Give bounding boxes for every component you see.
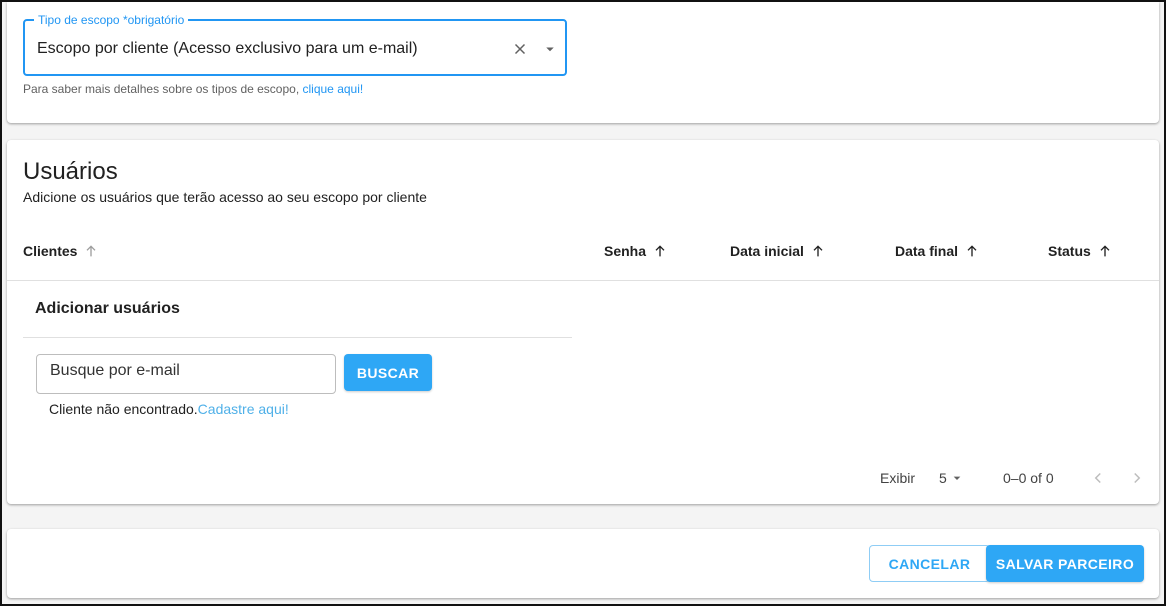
not-found-text: Cliente não encontrado. bbox=[49, 401, 198, 417]
column-header-label: Senha bbox=[604, 243, 647, 259]
column-header-data-inicial[interactable]: Data inicial bbox=[730, 243, 826, 259]
pagination-range: 0–0 of 0 bbox=[1003, 470, 1054, 486]
column-header-senha[interactable]: Senha bbox=[604, 243, 668, 259]
column-header-clientes[interactable]: Clientes bbox=[23, 243, 99, 259]
arrow-up-icon bbox=[1100, 245, 1110, 257]
column-header-data-final[interactable]: Data final bbox=[895, 243, 980, 259]
actions-card: CANCELAR SALVAR PARCEIRO bbox=[7, 529, 1159, 598]
column-header-label: Data inicial bbox=[730, 243, 804, 259]
arrow-drop-down-icon[interactable] bbox=[541, 40, 559, 58]
users-title: Usuários bbox=[23, 158, 118, 185]
arrow-up-icon bbox=[967, 245, 977, 257]
add-users-title: Adicionar usuários bbox=[35, 300, 180, 317]
client-not-found-message: Cliente não encontrado.Cadastre aqui! bbox=[49, 401, 289, 417]
scope-card: Tipo de escopo *obrigatório Escopo por c… bbox=[7, 2, 1159, 123]
add-users-divider bbox=[23, 337, 572, 338]
email-search-input[interactable] bbox=[36, 354, 336, 394]
arrow-drop-down-icon bbox=[953, 476, 961, 480]
table-header-divider bbox=[7, 280, 1159, 281]
scope-helper-text: Para saber mais detalhes sobre os tipos … bbox=[23, 82, 363, 96]
column-header-status[interactable]: Status bbox=[1048, 243, 1113, 259]
learn-more-link[interactable]: clique aqui! bbox=[303, 82, 364, 96]
users-subtitle: Adicione os usuários que terão acesso ao… bbox=[23, 189, 427, 205]
chevron-right-icon[interactable] bbox=[1128, 469, 1146, 487]
scope-type-value: Escopo por cliente (Acesso exclusivo par… bbox=[37, 40, 418, 57]
cancel-button[interactable]: CANCELAR bbox=[869, 545, 990, 582]
column-header-label: Data final bbox=[895, 243, 959, 259]
column-header-label: Status bbox=[1048, 243, 1091, 259]
helper-text: Para saber mais detalhes sobre os tipos … bbox=[23, 82, 303, 96]
close-icon[interactable] bbox=[511, 40, 529, 58]
arrow-up-icon bbox=[86, 245, 96, 257]
scope-type-label: Tipo de escopo *obrigatório bbox=[34, 13, 189, 27]
save-partner-button[interactable]: SALVAR PARCEIRO bbox=[986, 545, 1144, 582]
register-link[interactable]: Cadastre aqui! bbox=[198, 401, 289, 417]
chevron-left-icon[interactable] bbox=[1089, 469, 1107, 487]
users-card: Usuários Adicione os usuários que terão … bbox=[7, 140, 1159, 504]
arrow-up-icon bbox=[813, 245, 823, 257]
arrow-up-icon bbox=[655, 245, 665, 257]
rows-per-page-value: 5 bbox=[939, 470, 947, 486]
rows-per-page-select[interactable]: 5 bbox=[939, 470, 965, 486]
search-button[interactable]: BUSCAR bbox=[344, 354, 432, 391]
scope-type-select[interactable]: Tipo de escopo *obrigatório Escopo por c… bbox=[23, 13, 567, 76]
rows-per-page-label: Exibir bbox=[880, 470, 916, 486]
column-header-label: Clientes bbox=[23, 243, 78, 259]
